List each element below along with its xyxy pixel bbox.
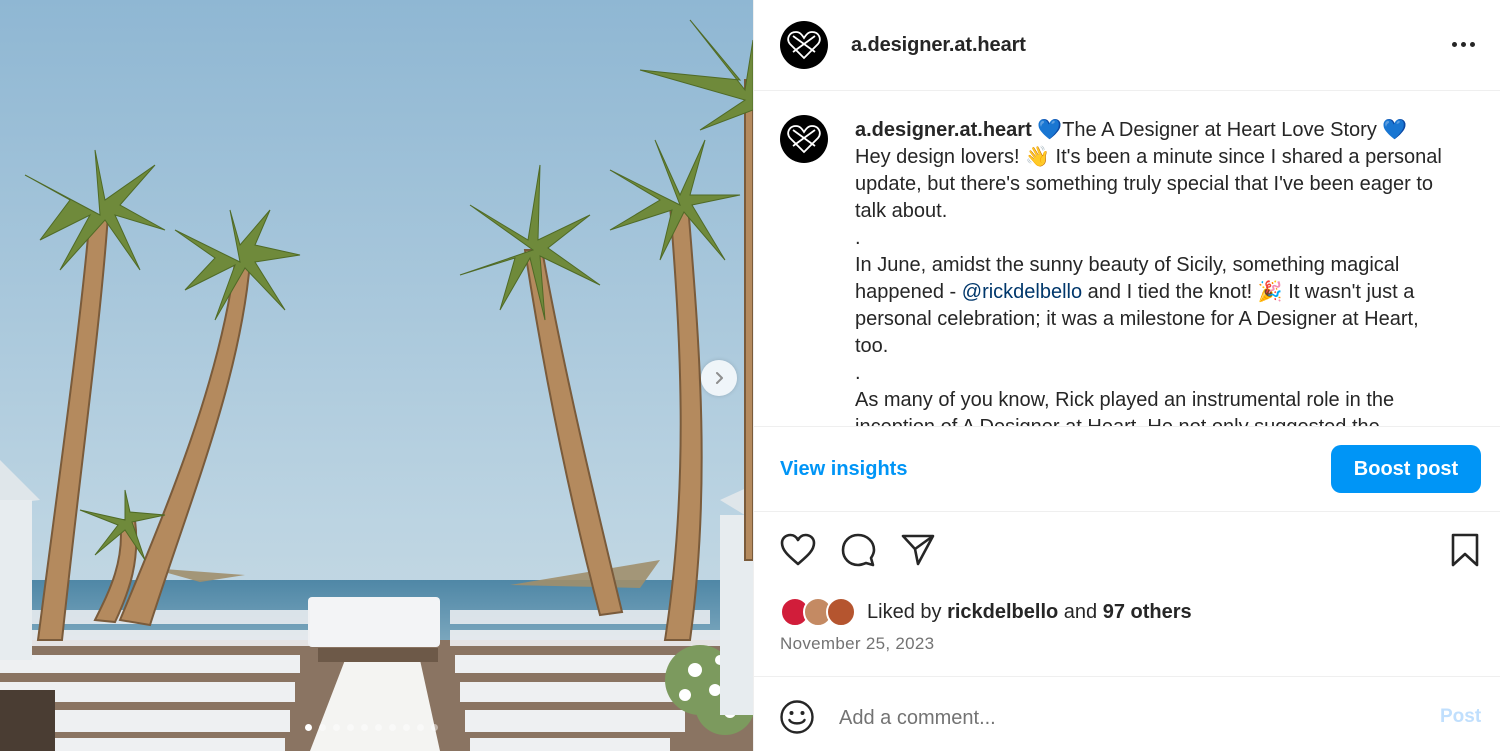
more-dot [1460, 41, 1466, 47]
liker-avatars[interactable] [780, 595, 864, 629]
heart-logo-icon [787, 31, 821, 60]
mention-link[interactable]: @rickdelbello [962, 281, 1082, 303]
caption-paragraph-1: Hey design lovers! 👋 It's been a minute … [855, 146, 1442, 222]
header-username[interactable]: a.designer.at.heart [851, 34, 1026, 57]
caption-text: a.designer.at.heart 💙The A Designer at H… [855, 117, 1455, 427]
wedding-beach-photo [0, 0, 753, 751]
carousel-next-button[interactable] [701, 360, 737, 396]
avatar[interactable] [780, 21, 828, 69]
post-photo[interactable] [0, 0, 753, 751]
bookmark-icon [1451, 533, 1479, 567]
carousel-dot [431, 724, 438, 731]
carousel-dot [389, 724, 396, 731]
carousel-dot [375, 724, 382, 731]
carousel-dot [361, 724, 368, 731]
view-insights-link[interactable]: View insights [780, 458, 907, 481]
share-icon [901, 534, 935, 566]
post-panel: a.designer.at.heart a.designer.at.heart … [753, 0, 1500, 751]
carousel-dot [305, 724, 312, 731]
post-actions [754, 530, 1500, 574]
caption-area[interactable]: a.designer.at.heart 💙The A Designer at H… [754, 91, 1500, 427]
caption-separator: . [855, 227, 861, 249]
avatar [826, 597, 856, 627]
post-header: a.designer.at.heart [754, 0, 1500, 91]
heart-icon [780, 533, 816, 566]
caption-paragraph-3: As many of you know, Rick played an inst… [855, 389, 1395, 427]
carousel-dot [403, 724, 410, 731]
liker-username[interactable]: rickdelbello [947, 601, 1058, 623]
caption-title-line: a.designer.at.heart 💙The A Designer at H… [855, 117, 1455, 144]
carousel-dot [417, 724, 424, 731]
more-horizontal-icon [1451, 41, 1457, 47]
caption-title: The A Designer at Heart Love Story [1062, 119, 1377, 141]
caption-separator: . [855, 362, 861, 384]
save-button[interactable] [1445, 530, 1485, 570]
heart-logo-icon [787, 125, 821, 154]
chevron-right-icon [716, 372, 723, 384]
carousel-dot [319, 724, 326, 731]
carousel-dot [347, 724, 354, 731]
carousel-dot [333, 724, 340, 731]
caption-paragraph-2: In June, amidst the sunny beauty of Sici… [855, 252, 1455, 360]
smiley-icon[interactable] [779, 699, 815, 735]
post-date[interactable]: November 25, 2023 [780, 634, 934, 654]
more-options-button[interactable] [1447, 32, 1479, 56]
like-button[interactable] [778, 530, 818, 570]
likes-others-link[interactable]: 97 others [1103, 601, 1192, 623]
likes-prefix: Liked by [867, 600, 942, 623]
carousel-dots [305, 724, 438, 731]
blue-heart-emoji: 💙 [1382, 119, 1408, 141]
insights-row: View insights Boost post [754, 427, 1500, 512]
caption-avatar[interactable] [780, 115, 828, 163]
share-button[interactable] [898, 530, 938, 570]
likes-text: Liked by rickdelbello and 97 others [867, 601, 1192, 624]
comment-button[interactable] [838, 530, 878, 570]
likes-connector: and [1063, 600, 1098, 623]
likes-summary: Liked by rickdelbello and 97 others [780, 594, 1192, 630]
blue-heart-emoji: 💙 [1037, 119, 1063, 141]
comment-bar: Post [754, 676, 1500, 751]
comment-icon [841, 533, 876, 567]
caption-username[interactable]: a.designer.at.heart [855, 119, 1032, 141]
post-comment-button[interactable]: Post [1440, 706, 1481, 728]
boost-post-button[interactable]: Boost post [1331, 445, 1481, 493]
comment-input[interactable] [839, 703, 1399, 733]
more-dot [1469, 41, 1475, 47]
